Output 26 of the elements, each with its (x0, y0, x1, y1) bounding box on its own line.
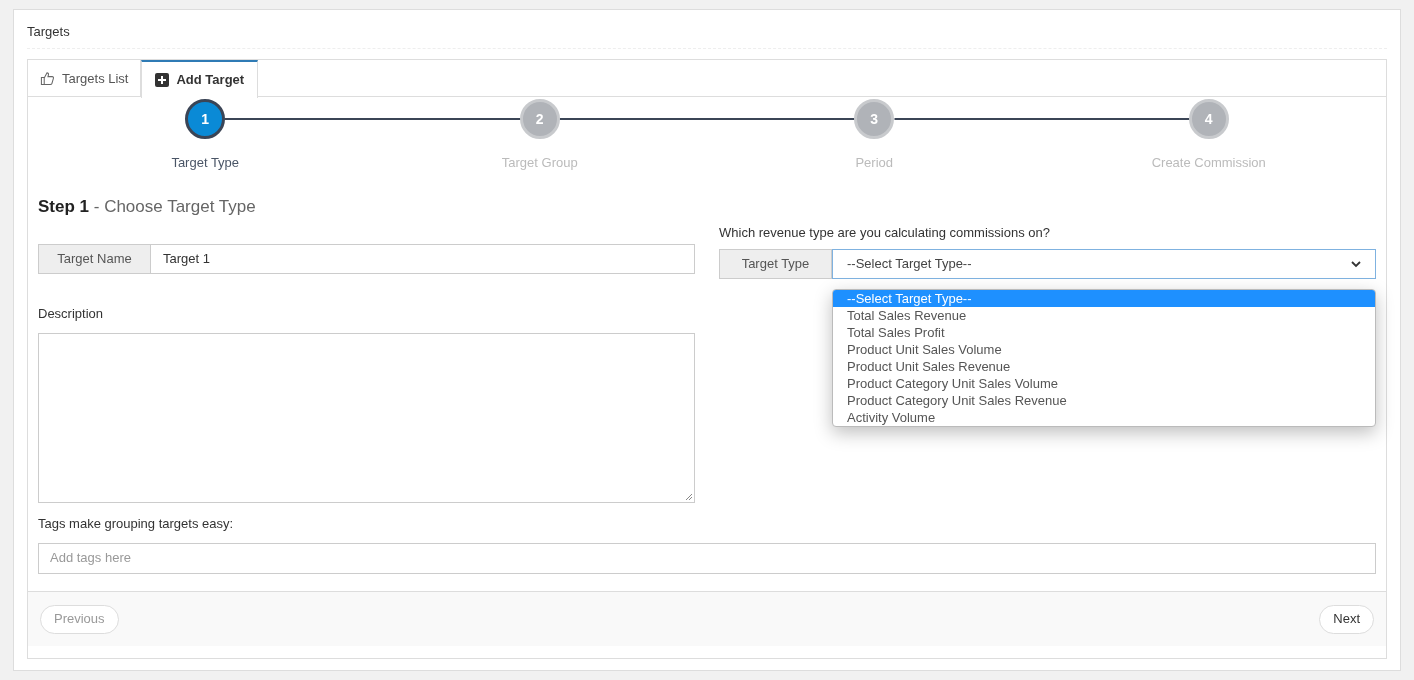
target-name-input[interactable]: Target 1 (151, 243, 695, 274)
step-label: Target Group (501, 154, 578, 172)
target-type-select[interactable]: --Select Target Type-- (832, 249, 1376, 279)
dropdown-option[interactable]: Product Unit Sales Volume (833, 340, 1375, 358)
question-text: Which revenue type are you calculating commissions on? (719, 223, 1051, 242)
step-label: Target Type (171, 154, 240, 172)
step-label: Create Commission (1151, 154, 1266, 172)
dropdown-option[interactable]: Total Sales Profit (833, 323, 1375, 341)
page-title: Targets (27, 24, 70, 39)
field-label: Target Name (38, 243, 151, 274)
tab[interactable]: Add Target (141, 60, 259, 98)
dropdown-option[interactable]: Product Unit Sales Revenue (833, 357, 1375, 375)
step-heading: Step 1 - Choose Target Type (38, 196, 257, 218)
nav-button[interactable]: Next (1319, 604, 1374, 634)
thumbs-up-icon (40, 71, 55, 86)
field-label: Target Type (719, 249, 832, 279)
field-label: Description (38, 304, 105, 323)
dropdown-option[interactable]: Product Category Unit Sales Volume (833, 374, 1375, 392)
dropdown-option[interactable]: Total Sales Revenue (833, 306, 1375, 324)
step-label: Period (855, 154, 894, 172)
resize-handle-icon[interactable] (685, 493, 693, 501)
dropdown-option[interactable]: Activity Volume (833, 408, 1375, 426)
plus-square-icon (155, 73, 170, 87)
field-label: Tags make grouping targets easy: (38, 515, 235, 533)
chevron-down-icon (1351, 260, 1361, 268)
dropdown-option[interactable]: Product Category Unit Sales Revenue (833, 391, 1375, 409)
